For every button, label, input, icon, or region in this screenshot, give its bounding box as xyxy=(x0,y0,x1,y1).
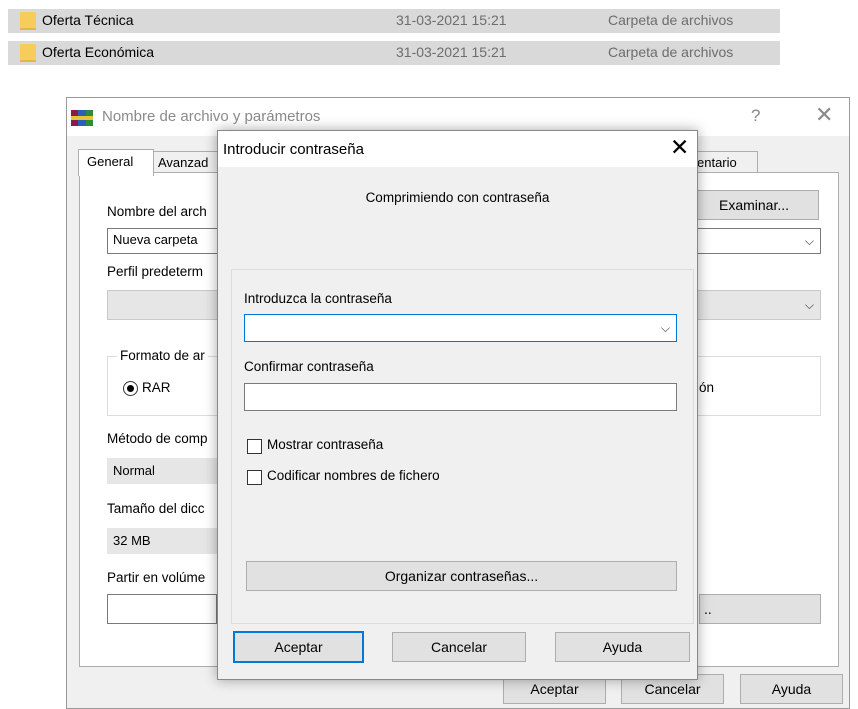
split-volumes-label: Partir en volúme xyxy=(107,570,206,585)
chevron-down-icon[interactable]: ⌵ xyxy=(805,234,814,249)
enter-password-dialog: Introducir contraseña ✕ Comprimiendo con… xyxy=(217,130,698,680)
compression-method-label: Método de comp xyxy=(107,431,208,446)
file-name: Oferta Técnica xyxy=(42,12,134,28)
dictionary-size-label: Tamaño del dicc xyxy=(107,501,205,516)
tab-comment[interactable]: entario xyxy=(692,151,758,174)
file-type: Carpeta de archivos xyxy=(608,12,734,28)
encrypt-filenames-checkbox[interactable] xyxy=(247,470,262,485)
confirm-password-input[interactable] xyxy=(244,383,677,411)
close-icon[interactable]: ✕ xyxy=(815,102,833,128)
format-group-label: Formato de ar xyxy=(117,348,208,363)
split-volumes-combo[interactable] xyxy=(107,594,217,624)
help-button[interactable]: Ayuda xyxy=(740,674,843,704)
help-icon[interactable]: ? xyxy=(751,106,760,126)
encrypt-filenames-label: Codificar nombres de fichero xyxy=(267,468,440,483)
chevron-down-icon[interactable]: ⌵ xyxy=(805,298,814,313)
dialog-titlebar[interactable]: Introducir contraseña ✕ xyxy=(218,131,697,167)
chevron-down-icon[interactable]: ⌵ xyxy=(661,321,670,336)
file-date: 31-03-2021 15:21 xyxy=(396,44,507,60)
browse-button[interactable]: Examinar... xyxy=(689,190,819,220)
set-password-button[interactable]: .. xyxy=(699,594,821,624)
archive-name-label: Nombre del arch xyxy=(107,204,207,219)
close-icon[interactable]: ✕ xyxy=(670,134,689,161)
winrar-icon xyxy=(71,110,93,126)
file-date: 31-03-2021 15:21 xyxy=(396,12,507,28)
confirm-password-label: Confirmar contraseña xyxy=(244,359,374,374)
format-rar-label: RAR xyxy=(142,380,171,395)
file-row-oferta-tecnica[interactable]: Oferta Técnica 31-03-2021 15:21 Carpeta … xyxy=(0,9,858,33)
file-name: Oferta Económica xyxy=(42,44,155,60)
folder-icon xyxy=(20,12,36,30)
folder-icon xyxy=(20,44,36,62)
profile-label: Perfil predeterm xyxy=(107,264,204,279)
dictionary-size-combo[interactable]: 32 MB xyxy=(107,528,217,554)
cancel-button[interactable]: Cancelar xyxy=(392,632,526,662)
dialog-title: Nombre de archivo y parámetros xyxy=(102,108,321,125)
show-password-checkbox[interactable] xyxy=(247,439,262,454)
tab-advanced[interactable]: Avanzad xyxy=(152,151,224,174)
file-row-oferta-economica[interactable]: Oferta Económica 31-03-2021 15:21 Carpet… xyxy=(0,41,858,65)
dialog-title: Introducir contraseña xyxy=(223,141,364,158)
radio-dot xyxy=(127,385,134,392)
partial-option-text: ón xyxy=(699,380,715,395)
archive-name-value: Nueva carpeta xyxy=(113,232,198,247)
enter-password-label: Introduzca la contraseña xyxy=(244,291,392,306)
help-button[interactable]: Ayuda xyxy=(555,632,690,662)
enter-password-input[interactable]: ⌵ xyxy=(244,314,677,342)
organize-passwords-button[interactable]: Organizar contraseñas... xyxy=(246,561,677,591)
ok-button[interactable]: Aceptar xyxy=(233,631,364,663)
file-type: Carpeta de archivos xyxy=(608,44,734,60)
compression-method-combo[interactable]: Normal xyxy=(107,458,217,484)
format-rar-radio[interactable] xyxy=(123,381,138,396)
show-password-label: Mostrar contraseña xyxy=(267,437,384,452)
tab-general[interactable]: General xyxy=(78,149,154,176)
dialog-subtitle: Comprimiendo con contraseña xyxy=(365,190,550,205)
